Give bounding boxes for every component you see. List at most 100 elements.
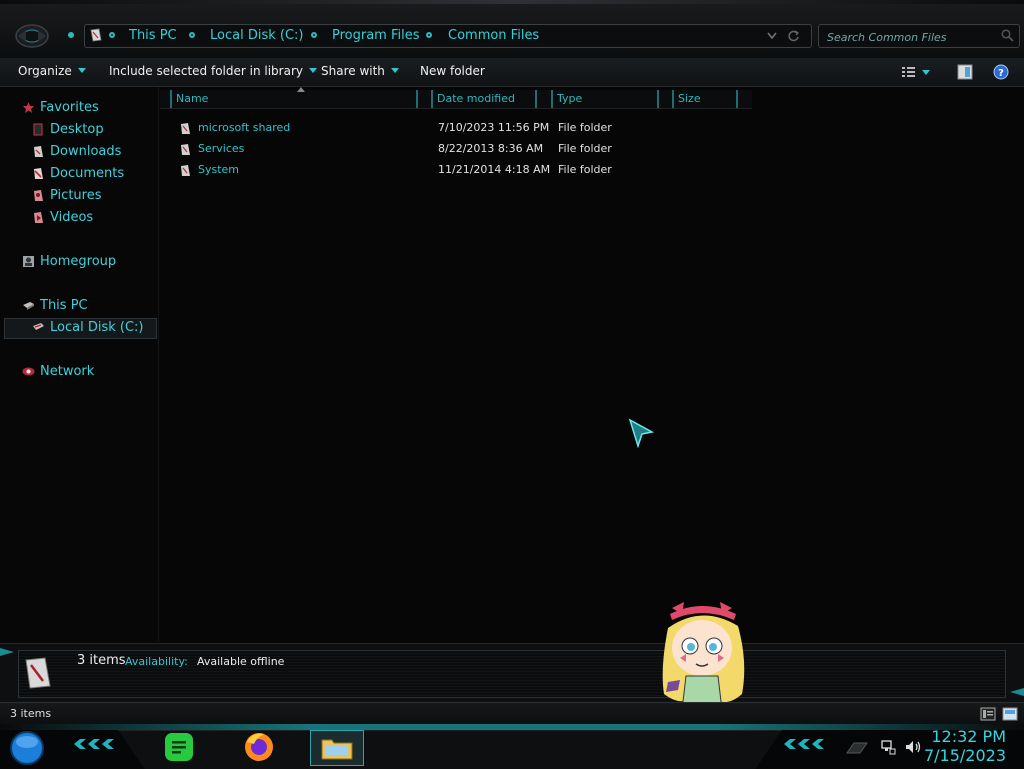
file-date: 7/10/2023 11:56 PM [438,121,550,134]
frame-accent-right [1010,688,1024,696]
downloads-icon [34,146,43,157]
star-icon [23,102,34,113]
share-with-button[interactable]: Share with [321,64,399,78]
network-icon [22,367,35,376]
clock-date[interactable]: 7/15/2023 [924,746,1006,765]
column-header-date[interactable]: Date modified [431,90,537,108]
file-date: 8/22/2013 8:36 AM [438,142,544,155]
breadcrumb-common-files[interactable]: Common Files [448,28,539,43]
folder-large-icon [25,657,51,689]
history-dropdown-icon[interactable] [68,32,74,38]
start-button-icon[interactable] [8,730,46,766]
homegroup-icon [23,256,34,267]
file-row[interactable]: Services 8/22/2013 8:36 AM File folder [180,142,630,160]
details-pane: 3 items Availability: Available offline [0,643,1024,702]
include-library-label: Include selected folder in library [109,64,303,78]
computer-icon [23,302,34,310]
videos-icon [34,212,43,223]
breadcrumb-separator-icon [311,32,317,38]
mouse-pointer-icon [628,418,654,448]
file-date: 11/21/2014 4:18 AM [438,163,551,176]
organize-label: Organize [18,64,72,78]
folder-icon [321,739,353,760]
preview-pane-icon[interactable] [956,63,974,81]
breadcrumb-program-files[interactable]: Program Files [332,28,420,43]
search-input[interactable] [825,28,999,46]
view-dropdown-icon[interactable] [922,70,930,75]
breadcrumb-this-pc[interactable]: This PC [129,28,177,43]
chevron-down-icon [308,68,317,73]
nav-label: Documents [50,166,125,181]
taskbar-decor-left-icon [74,739,114,749]
taskbar: 12:32 PM 7/15/2023 [0,724,1024,769]
breadcrumb-separator-icon [426,32,432,38]
documents-icon [34,168,43,179]
command-bar: Organize Include selected folder in libr… [0,58,1024,87]
organize-button[interactable]: Organize [18,64,86,78]
folder-icon [181,123,190,134]
back-forward-orb-icon[interactable] [14,22,50,50]
nav-label: Favorites [40,100,99,115]
drive-icon [33,323,44,330]
clock-time[interactable]: 12:32 PM [931,727,1006,746]
nav-label: Desktop [50,122,104,137]
window-frame-top [0,0,1024,4]
folder-icon [181,144,190,155]
pictures-icon [34,190,43,201]
file-type: File folder [558,142,612,155]
taskbar-apps-tray [118,730,782,769]
file-name: microsoft shared [198,121,291,134]
nav-label: Network [40,364,95,379]
breadcrumb-local-disk[interactable]: Local Disk (C:) [210,28,303,43]
include-in-library-button[interactable]: Include selected folder in library [109,64,317,78]
notes-app-icon[interactable] [163,731,195,763]
nav-label: Homegroup [40,254,117,269]
network-tray-icon[interactable] [880,739,896,755]
nav-label: This PC [40,298,88,313]
search-box[interactable] [818,24,1020,48]
nav-label: Downloads [50,144,122,159]
svg-text:?: ? [998,68,1004,79]
taskbar-decor-right-icon [784,739,824,749]
details-inner-frame: 3 items Availability: Available offline [18,650,1006,698]
breadcrumb-separator-icon [109,32,115,38]
chevron-down-icon [390,68,399,73]
breadcrumb-separator-icon [189,32,195,38]
title-address-bar: This PC Local Disk (C:) Program Files Co… [0,0,1024,59]
file-row[interactable]: System 11/21/2014 4:18 AM File folder [180,163,630,181]
status-item-count: 3 items [10,707,52,720]
file-row[interactable]: microsoft shared 7/10/2023 11:56 PM File… [180,121,630,139]
desktop-icon [33,123,43,136]
column-header-name[interactable]: Name [170,90,418,108]
availability-value: Available offline [197,655,285,668]
nav-label: Local Disk (C:) [50,320,144,335]
chevron-down-icon[interactable] [767,32,777,40]
show-hidden-icons-icon[interactable] [846,742,868,754]
file-type: File folder [558,163,612,176]
address-bar[interactable]: This PC Local Disk (C:) Program Files Co… [84,24,812,48]
details-view-icon[interactable] [980,707,996,721]
file-type: File folder [558,121,612,134]
nav-label: Videos [50,210,94,225]
taskbar-glow-line [0,724,1024,730]
column-header-size[interactable]: Size [672,90,738,108]
large-icons-view-icon[interactable] [1002,707,1018,721]
status-bar: 3 items [0,702,1024,725]
drive-icon [90,28,102,42]
nav-label: Pictures [50,188,102,203]
folder-icon [181,165,190,176]
view-options-icon[interactable] [900,63,918,81]
frame-accent-left [0,648,14,656]
chevron-down-icon [77,68,86,73]
new-folder-button[interactable]: New folder [420,64,485,78]
help-icon[interactable]: ? [992,63,1010,81]
explorer-taskbar-button[interactable] [310,730,364,766]
file-name: System [198,163,240,176]
volume-icon[interactable] [904,739,922,755]
file-name: Services [198,142,245,155]
share-with-label: Share with [321,64,385,78]
firefox-icon[interactable] [242,730,276,764]
search-icon[interactable] [1001,29,1014,42]
column-header-type[interactable]: Type [551,90,659,108]
refresh-icon[interactable] [787,29,800,42]
